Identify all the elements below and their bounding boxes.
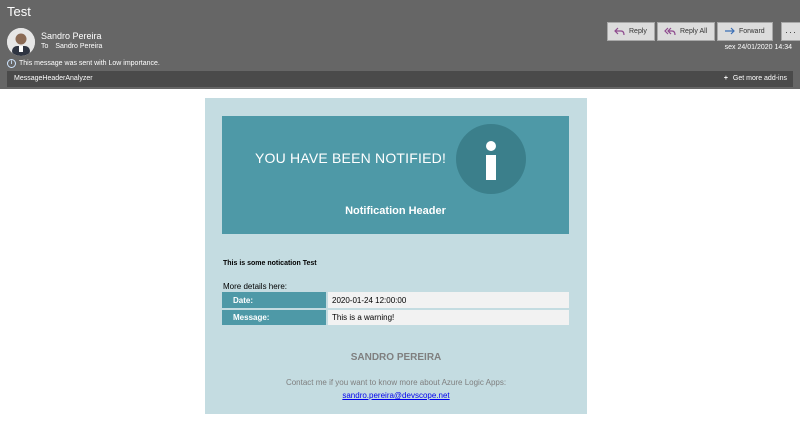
reply-all-arrow-icon xyxy=(664,27,676,36)
get-more-addins-label: Get more add-ins xyxy=(732,75,787,82)
reply-label: Reply xyxy=(629,28,647,35)
table-row: Date: 2020-01-24 12:00:00 xyxy=(222,292,569,310)
table-row: Message: This is a warning! xyxy=(222,309,569,327)
footer-contact-text: Contact me if you want to know more abou… xyxy=(285,378,507,387)
detail-value-date: 2020-01-24 12:00:00 xyxy=(326,292,569,310)
message-date: sex 24/01/2020 14:34 xyxy=(724,44,792,51)
reply-all-label: Reply All xyxy=(680,28,708,35)
message-header: Test Sandro Pereira To Sandro Pereira i … xyxy=(0,0,800,89)
footer-email-link[interactable]: sandro.pereira@devscope.net xyxy=(342,391,449,400)
forward-arrow-icon xyxy=(725,27,735,35)
reply-arrow-icon xyxy=(614,27,625,36)
message-subject: Test xyxy=(7,4,31,19)
notification-title: This is some notication Test xyxy=(223,260,317,267)
to-label: To xyxy=(41,43,49,50)
reply-button[interactable]: Reply xyxy=(607,22,655,41)
notification-banner: YOU HAVE BEEN NOTIFIED! Notification Hea… xyxy=(222,116,569,234)
email-body: YOU HAVE BEEN NOTIFIED! Notification Hea… xyxy=(205,98,587,414)
banner-title: YOU HAVE BEEN NOTIFIED! xyxy=(255,150,447,166)
plus-icon: + xyxy=(723,75,728,82)
addin-message-header-analyzer[interactable]: MessageHeaderAnalyzer xyxy=(14,75,93,82)
importance-text: This message was sent with Low importanc… xyxy=(19,60,160,67)
forward-button[interactable]: Forward xyxy=(717,22,773,41)
get-more-addins-link[interactable]: + Get more add-ins xyxy=(724,75,787,82)
detail-key-message: Message: xyxy=(222,309,327,327)
footer-email: sandro.pereira@devscope.net xyxy=(205,391,587,400)
detail-value-message: This is a warning! xyxy=(326,309,569,327)
addin-bar: MessageHeaderAnalyzer + Get more add-ins xyxy=(7,71,793,87)
detail-key-date: Date: xyxy=(222,292,327,310)
recipient-name[interactable]: Sandro Pereira xyxy=(55,43,102,50)
info-icon: i xyxy=(7,59,16,68)
sender-avatar[interactable] xyxy=(7,28,35,56)
importance-notice: i This message was sent with Low importa… xyxy=(7,59,160,68)
more-details-label: More details here: xyxy=(223,282,288,291)
notification-header: Notification Header xyxy=(345,205,446,217)
reply-all-button[interactable]: Reply All xyxy=(657,22,715,41)
footer-name: SANDRO PEREIRA xyxy=(350,352,442,363)
recipient-line: To Sandro Pereira xyxy=(41,43,102,50)
more-actions-button[interactable]: ··· xyxy=(781,22,800,41)
forward-label: Forward xyxy=(739,28,765,35)
message-actions: Reply Reply All Forward ··· xyxy=(607,22,800,41)
sender-name[interactable]: Sandro Pereira xyxy=(41,31,102,41)
details-table: Date: 2020-01-24 12:00:00 Message: This … xyxy=(222,292,569,327)
info-icon xyxy=(456,124,526,194)
